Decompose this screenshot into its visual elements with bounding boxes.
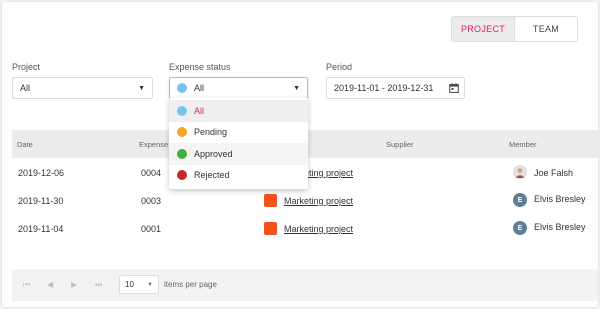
next-page-icon[interactable]: ▶ bbox=[71, 280, 77, 289]
row-date: 2019-11-04 bbox=[18, 224, 64, 234]
avatar bbox=[513, 165, 527, 179]
project-view-button[interactable]: PROJECT bbox=[452, 17, 514, 41]
member-name: Elvis Bresley bbox=[534, 194, 586, 204]
status-dot-icon bbox=[177, 127, 187, 138]
status-filter-label: Expense status bbox=[169, 62, 231, 72]
period-filter-label: Period bbox=[326, 62, 353, 72]
member-name: Joe Falsh bbox=[534, 168, 574, 178]
row-expense-number: 0004 bbox=[141, 168, 162, 178]
column-header-date[interactable]: Date bbox=[17, 140, 33, 149]
view-toggle: PROJECT TEAM bbox=[451, 16, 578, 42]
avatar: E bbox=[513, 193, 527, 207]
status-dot-icon bbox=[177, 170, 187, 181]
status-option-pending[interactable]: Pending bbox=[169, 122, 308, 144]
status-dot-icon bbox=[177, 83, 187, 93]
status-dropdown-menu: All Pending Approved Rejected bbox=[169, 98, 308, 189]
status-option-approved[interactable]: Approved bbox=[169, 143, 308, 165]
page-size-select[interactable]: 10 ▼ bbox=[119, 275, 159, 294]
caret-down-icon: ▼ bbox=[138, 84, 145, 92]
team-view-button[interactable]: TEAM bbox=[514, 17, 577, 41]
first-page-icon[interactable]: ⏮ bbox=[23, 280, 30, 290]
project-filter-value: All bbox=[20, 83, 31, 93]
row-date: 2019-12-06 bbox=[18, 168, 65, 178]
project-filter-label: Project bbox=[12, 62, 41, 72]
status-option-all[interactable]: All bbox=[169, 100, 308, 122]
last-page-icon[interactable]: ⏭ bbox=[95, 280, 102, 290]
table-row[interactable]: 2019-11-30 0003 Marketing project E Elvi… bbox=[12, 186, 598, 214]
status-option-label: Approved bbox=[194, 148, 233, 159]
items-per-page-label: items per page bbox=[164, 280, 217, 289]
member-name: Elvis Bresley bbox=[534, 222, 586, 232]
project-color-chip bbox=[264, 222, 277, 235]
person-photo-icon bbox=[515, 168, 525, 178]
page-size-value: 10 bbox=[125, 280, 134, 289]
caret-down-icon: ▼ bbox=[147, 281, 153, 288]
caret-down-icon: ▼ bbox=[293, 84, 300, 92]
row-date: 2019-11-30 bbox=[18, 196, 64, 206]
status-option-label: Pending bbox=[194, 127, 228, 138]
project-filter-select[interactable]: All ▼ bbox=[12, 77, 153, 99]
row-expense-number: 0001 bbox=[141, 224, 162, 234]
project-color-chip bbox=[264, 194, 277, 207]
status-option-rejected[interactable]: Rejected bbox=[169, 165, 308, 187]
project-link[interactable]: Marketing project bbox=[284, 196, 353, 206]
status-filter-value: All bbox=[194, 83, 205, 93]
avatar: E bbox=[513, 221, 527, 235]
table-row[interactable]: 2019-11-04 0001 Marketing project E Elvi… bbox=[12, 214, 598, 242]
column-header-supplier[interactable]: Supplier bbox=[386, 140, 414, 149]
status-dot-icon bbox=[177, 148, 187, 159]
project-link[interactable]: Marketing project bbox=[284, 224, 353, 234]
column-header-member[interactable]: Member bbox=[509, 140, 537, 149]
status-filter-select[interactable]: All ▼ bbox=[169, 77, 308, 99]
period-filter-input[interactable]: 2019-11-01 - 2019-12-31 bbox=[326, 77, 465, 99]
pagination-bar: ⏮ ◀ ▶ ⏭ 10 ▼ items per page bbox=[12, 269, 598, 301]
period-filter-value: 2019-11-01 - 2019-12-31 bbox=[334, 83, 434, 93]
status-dot-icon bbox=[177, 105, 187, 116]
status-option-label: Rejected bbox=[194, 170, 230, 181]
prev-page-icon[interactable]: ◀ bbox=[47, 280, 53, 289]
row-expense-number: 0003 bbox=[141, 196, 162, 206]
status-option-label: All bbox=[194, 105, 205, 116]
calendar-icon[interactable] bbox=[449, 83, 459, 93]
column-header-expense[interactable]: Expense bbox=[139, 140, 168, 149]
